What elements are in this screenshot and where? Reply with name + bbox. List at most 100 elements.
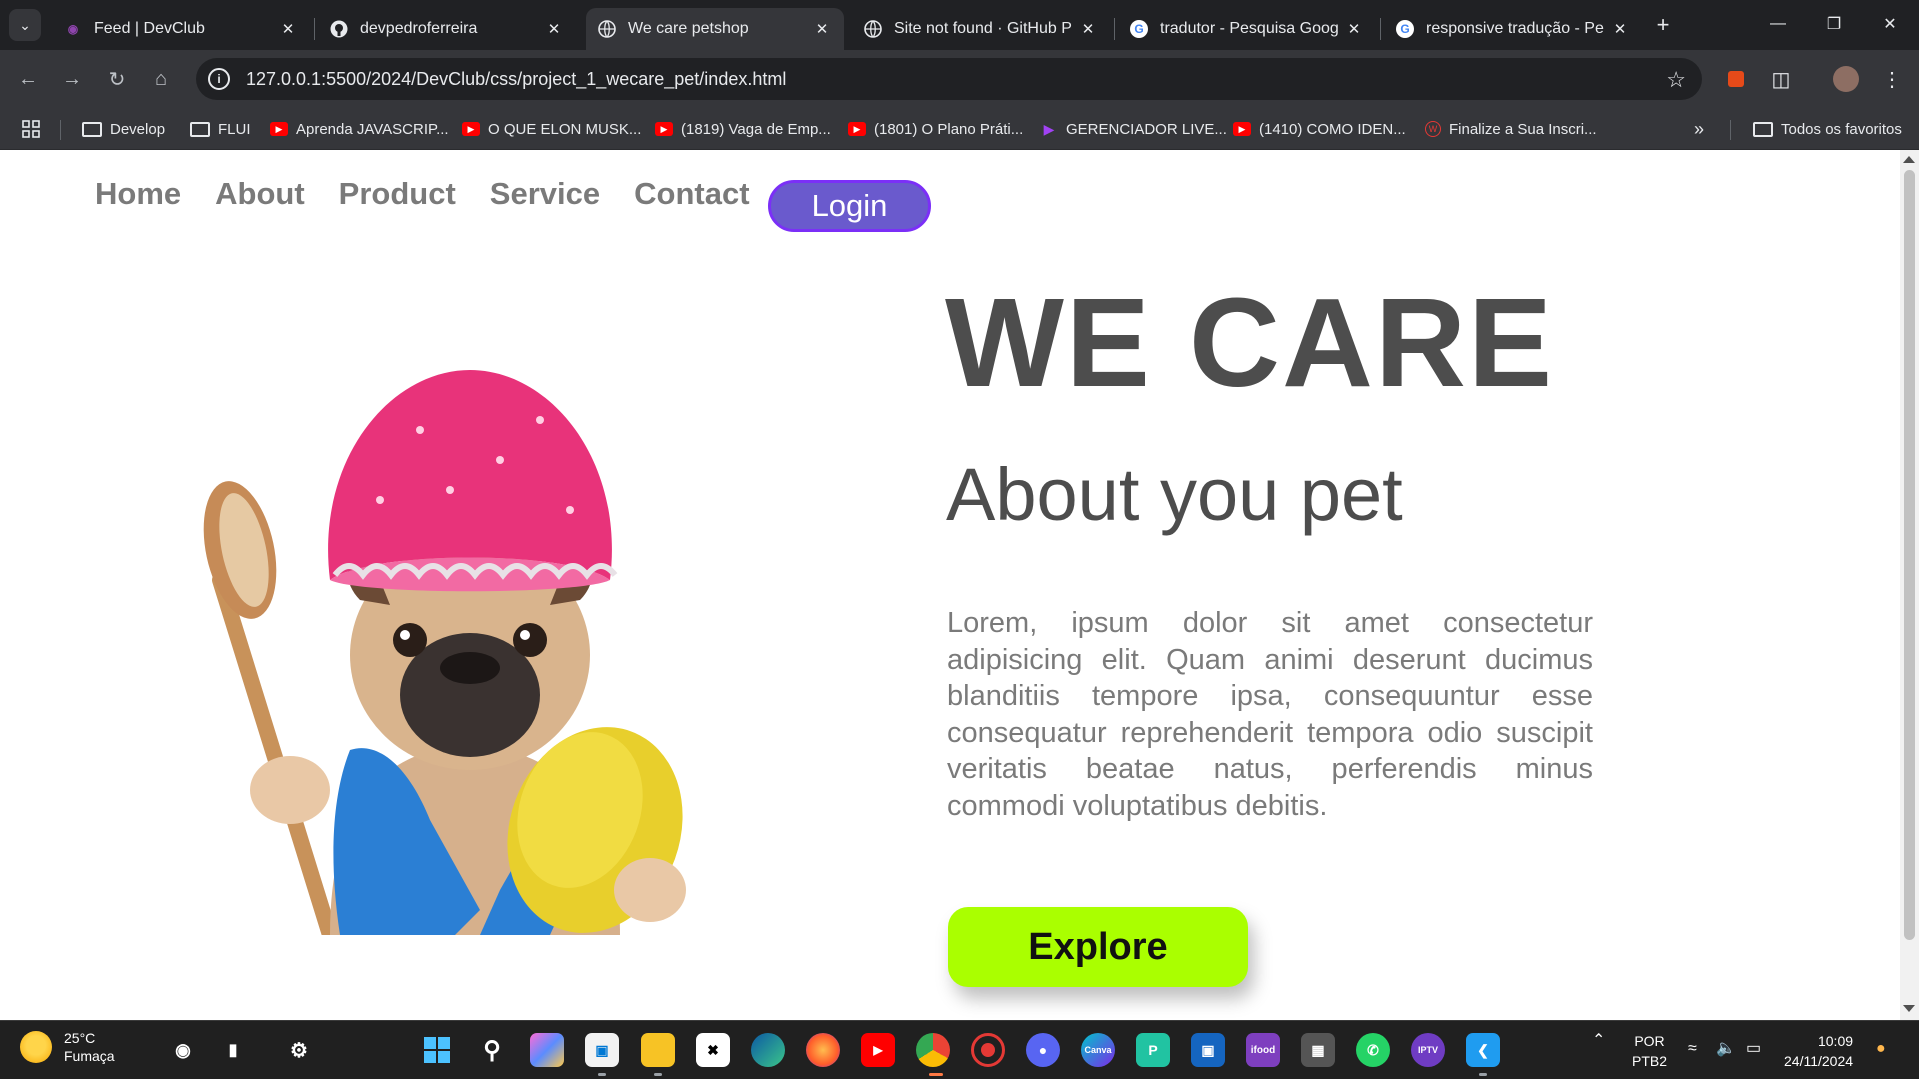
restore-button[interactable]: ❐ <box>1814 8 1854 40</box>
close-icon[interactable]: ✕ <box>812 19 832 39</box>
close-icon[interactable]: ✕ <box>1610 19 1630 39</box>
tab-title: responsive tradução - Pesq <box>1426 20 1604 37</box>
wifi-icon[interactable]: ≈ <box>1688 1039 1697 1059</box>
close-icon[interactable]: ✕ <box>544 19 564 39</box>
bookmark-develop[interactable]: Develop <box>82 118 165 140</box>
bookmark-vaga-de-emprego[interactable]: ▶ (1819) Vaga de Emp... <box>655 118 831 140</box>
tab-github[interactable]: devpedroferreira ✕ <box>318 8 576 50</box>
scroll-up-icon[interactable] <box>1903 156 1915 163</box>
bookmark-label: Finalize a Sua Inscri... <box>1449 120 1597 138</box>
iptv-icon[interactable]: IPTV <box>1411 1033 1445 1067</box>
bookmarks-overflow-chevron-icon[interactable]: » <box>1694 118 1704 140</box>
minimize-button[interactable]: — <box>1758 8 1798 40</box>
app-blue-icon[interactable]: ▣ <box>1191 1033 1225 1067</box>
tab-we-care-petshop[interactable]: We care petshop ✕ <box>586 8 844 50</box>
nav-product-link[interactable]: Product <box>339 176 456 212</box>
tray-overflow-chevron-icon[interactable]: ⌃ <box>1592 1031 1605 1051</box>
tab-feed-devclub[interactable]: ◉ Feed | DevClub ✕ <box>52 8 310 50</box>
tab-responsive-traducao[interactable]: G responsive tradução - Pesq ✕ <box>1384 8 1642 50</box>
weather-widget[interactable]: 25°C Fumaça <box>20 1029 115 1065</box>
notification-bell-icon[interactable]: ● <box>1876 1039 1886 1059</box>
login-button[interactable]: Login <box>768 180 931 232</box>
profile-avatar[interactable] <box>1832 65 1860 93</box>
home-button[interactable]: ⌂ <box>146 64 176 94</box>
windows-start-icon[interactable] <box>420 1033 454 1067</box>
browser-toolbar: ← → ↻ ⌂ i 127.0.0.1:5500/2024/DevClub/cs… <box>0 50 1919 108</box>
github-icon <box>330 20 348 38</box>
file-explorer-icon[interactable] <box>641 1033 675 1067</box>
nav-contact-link[interactable]: Contact <box>634 176 749 212</box>
google-icon: G <box>1396 20 1414 38</box>
menu-kebab-icon[interactable]: ⋮ <box>1878 65 1906 93</box>
language-indicator[interactable]: POR PTB2 <box>1632 1031 1667 1071</box>
extension-red-icon[interactable] <box>1722 65 1750 93</box>
video-icon[interactable]: ▮ <box>216 1033 250 1067</box>
nav-about-link[interactable]: About <box>215 176 305 212</box>
apps-grid-icon[interactable] <box>22 118 40 140</box>
bookmark-como-identificar[interactable]: ▶ (1410) COMO IDEN... <box>1233 118 1406 140</box>
new-tab-button[interactable]: + <box>1650 12 1676 38</box>
nav-service-link[interactable]: Service <box>490 176 600 212</box>
capcut-icon[interactable]: ✖ <box>696 1033 730 1067</box>
store-icon[interactable]: ▣ <box>585 1033 619 1067</box>
bookmark-plano-pratico[interactable]: ▶ (1801) O Plano Práti... <box>848 118 1023 140</box>
url-text[interactable]: 127.0.0.1:5500/2024/DevClub/css/project_… <box>246 69 786 90</box>
forward-button[interactable]: → <box>57 64 87 94</box>
vscode-icon[interactable]: ❮ <box>1466 1033 1500 1067</box>
copilot-icon[interactable] <box>530 1033 564 1067</box>
chrome-icon[interactable] <box>916 1033 950 1067</box>
discord-icon[interactable]: ● <box>1026 1033 1060 1067</box>
tab-site-not-found[interactable]: Site not found · GitHub Pa ✕ <box>852 8 1110 50</box>
folder-icon <box>82 121 102 137</box>
calculator-icon[interactable]: ▦ <box>1301 1033 1335 1067</box>
page-scrollbar[interactable] <box>1900 150 1919 1020</box>
bookmark-elon-musk[interactable]: ▶ O QUE ELON MUSK... <box>462 118 641 140</box>
back-button[interactable]: ← <box>13 64 43 94</box>
extensions-puzzle-icon[interactable]: ◫ <box>1767 65 1795 93</box>
firefox-icon[interactable] <box>806 1033 840 1067</box>
chevron-down-icon: ⌄ <box>19 16 31 33</box>
bookmark-star-icon[interactable]: ☆ <box>1666 67 1686 93</box>
pug-shower-cap-image <box>203 370 686 935</box>
bookmark-flui[interactable]: FLUI <box>190 118 251 140</box>
battery-icon[interactable]: ▭ <box>1746 1039 1761 1059</box>
bookmark-finalize-inscricao[interactable]: W Finalize a Sua Inscri... <box>1425 118 1597 140</box>
edge-icon[interactable] <box>751 1033 785 1067</box>
address-bar[interactable]: i 127.0.0.1:5500/2024/DevClub/css/projec… <box>196 58 1702 100</box>
close-icon[interactable]: ✕ <box>1078 19 1098 39</box>
tab-search-button[interactable]: ⌄ <box>9 9 41 41</box>
volume-icon[interactable]: 🔈 <box>1716 1039 1736 1059</box>
clock[interactable]: 10:09 24/11/2024 <box>1784 1031 1853 1071</box>
minimize-icon: — <box>1770 15 1786 32</box>
pycharm-icon[interactable]: P <box>1136 1033 1170 1067</box>
tab-tradutor[interactable]: G tradutor - Pesquisa Google ✕ <box>1118 8 1376 50</box>
canva-icon[interactable]: Canva <box>1081 1033 1115 1067</box>
scroll-thumb[interactable] <box>1904 170 1915 940</box>
globe-icon <box>864 20 882 38</box>
info-icon[interactable]: i <box>208 68 230 90</box>
camera-icon[interactable]: ◉ <box>166 1033 200 1067</box>
bookmark-gerenciador-live[interactable]: ▶ GERENCIADOR LIVE... <box>1040 118 1227 140</box>
ifood-icon[interactable]: ifood <box>1246 1033 1280 1067</box>
record-icon[interactable] <box>971 1033 1005 1067</box>
clock-date: 24/11/2024 <box>1784 1053 1854 1069</box>
youtube-icon[interactable]: ▶ <box>861 1033 895 1067</box>
page-viewport: Home About Product Service Contact Login <box>0 150 1900 1020</box>
running-indicator <box>598 1073 606 1076</box>
close-icon[interactable]: ✕ <box>278 19 298 39</box>
all-bookmarks-folder[interactable]: Todos os favoritos <box>1753 118 1902 140</box>
search-icon[interactable]: ⚲ <box>475 1033 509 1067</box>
bookmark-aprenda-javascript[interactable]: ▶ Aprenda JAVASCRIP... <box>270 118 449 140</box>
youtube-icon: ▶ <box>462 122 480 136</box>
explore-button[interactable]: Explore <box>948 907 1248 987</box>
close-window-button[interactable]: ✕ <box>1870 8 1910 40</box>
close-icon[interactable]: ✕ <box>1344 19 1364 39</box>
bookmark-label: Develop <box>110 120 166 138</box>
youtube-icon: ▶ <box>848 122 866 136</box>
scroll-down-icon[interactable] <box>1903 1005 1915 1012</box>
reload-button[interactable]: ↻ <box>102 64 132 94</box>
tab-title: Site not found · GitHub Pa <box>894 20 1072 37</box>
whatsapp-icon[interactable]: ✆ <box>1356 1033 1390 1067</box>
settings-gear-icon[interactable]: ⚙ <box>282 1033 316 1067</box>
nav-home-link[interactable]: Home <box>95 176 181 212</box>
